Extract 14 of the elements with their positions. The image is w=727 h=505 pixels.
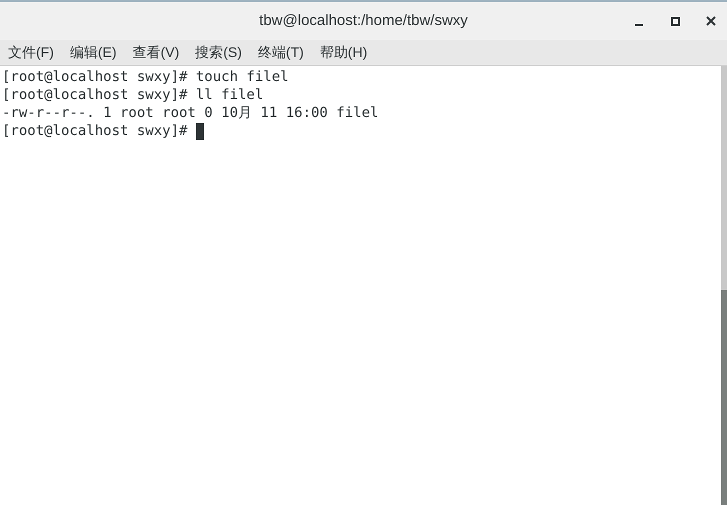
terminal-output[interactable]: [root@localhost swxy]# touch filel [root@localhost swxy]# ll filel -rw-r--r--. 1 root root 0 10月 11 16:00 filel [root@localhost swxy]# bbox=[0, 66, 721, 505]
menu-item[interactable]: 编辑(E) bbox=[70, 42, 117, 63]
menu-item[interactable]: 查看(V) bbox=[132, 42, 180, 63]
scrollbar[interactable] bbox=[721, 66, 727, 505]
menu-item[interactable]: 搜索(S) bbox=[195, 42, 242, 63]
menu-item[interactable]: 终端(T) bbox=[258, 42, 304, 63]
window-title: tbw@localhost:/home/tbw/swxy bbox=[259, 10, 468, 31]
menu-item[interactable]: 文件(F) bbox=[8, 42, 54, 63]
terminal-line: [root@localhost swxy]# bbox=[2, 122, 188, 140]
close-icon bbox=[706, 16, 716, 26]
terminal-line: [root@localhost swxy]# ll filel bbox=[2, 86, 264, 104]
terminal-line: [root@localhost swxy]# touch filel bbox=[2, 68, 289, 86]
menu-item[interactable]: 帮助(H) bbox=[320, 42, 368, 63]
terminal-line: -rw-r--r--. 1 root root 0 10月 11 16:00 filel bbox=[2, 104, 378, 122]
